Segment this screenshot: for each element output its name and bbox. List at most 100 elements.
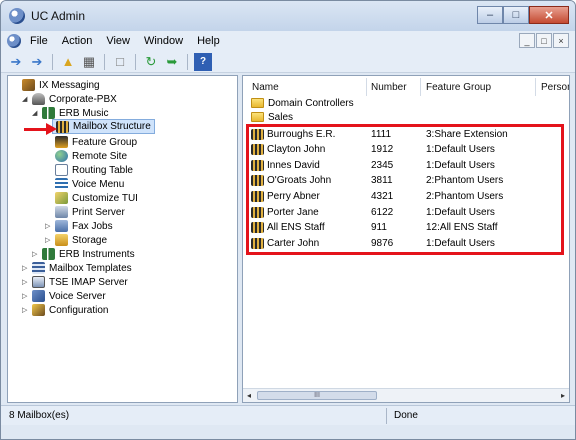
- tree-expander[interactable]: ▷: [45, 236, 53, 244]
- column-divider[interactable]: [420, 78, 421, 96]
- menu-window[interactable]: Window: [137, 35, 190, 47]
- tree-item-voice-menu[interactable]: Voice Menu: [55, 177, 124, 191]
- forward-arrow-icon[interactable]: ➔: [28, 53, 46, 71]
- mdi-minimize-button[interactable]: _: [519, 33, 535, 48]
- print-server-icon: [55, 206, 68, 218]
- tree-expander[interactable]: ▷: [22, 278, 30, 286]
- menu-file[interactable]: File: [23, 35, 55, 47]
- tree-item-label: Corporate-PBX: [49, 93, 117, 105]
- tree-item-fax-jobs[interactable]: ▷ Fax Jobs: [45, 219, 113, 233]
- menu-app-icon[interactable]: [7, 34, 21, 48]
- tree-expander[interactable]: ▷: [32, 250, 40, 258]
- minimize-button[interactable]: –: [477, 6, 503, 24]
- tree-item-erb-instruments[interactable]: ▷ ERB Instruments: [32, 247, 135, 261]
- tree-item-feature-group[interactable]: Feature Group: [55, 135, 137, 149]
- tree-item-label: Voice Menu: [72, 178, 125, 190]
- imap-server-icon: [32, 276, 45, 288]
- help-icon[interactable]: ?: [194, 52, 212, 71]
- folder-row[interactable]: Domain Controllers: [251, 96, 354, 110]
- clipboard-icon[interactable]: □: [111, 53, 129, 71]
- tree-item-label: Configuration: [49, 304, 109, 316]
- tree-item-configuration[interactable]: ▷ Configuration: [22, 303, 108, 317]
- folder-name: Domain Controllers: [268, 97, 354, 109]
- tree-expander[interactable]: ◢: [32, 109, 40, 117]
- tree-item-corporate-pbx[interactable]: ◢ Corporate-PBX: [22, 92, 117, 106]
- folder-up-icon[interactable]: ▲: [59, 53, 77, 71]
- storage-icon: [55, 234, 68, 246]
- title-bar[interactable]: UC Admin – □ ✕: [1, 1, 575, 31]
- tree-item-label: Routing Table: [72, 164, 133, 176]
- tree-item-voice-server[interactable]: ▷ Voice Server: [22, 289, 106, 303]
- annotation-arrow: [24, 128, 48, 131]
- tree-item-label: Mailbox Templates: [49, 262, 132, 274]
- tree-item-tse-imap-server[interactable]: ▷ TSE IMAP Server: [22, 275, 128, 289]
- tree-item-erb-music[interactable]: ◢ ERB Music: [32, 106, 108, 120]
- mailbox-list-view[interactable]: Name Number Feature Group Persona Domain…: [242, 75, 570, 403]
- tree-item-label: Fax Jobs: [72, 220, 113, 232]
- app-window: UC Admin – □ ✕ File Action View Window H…: [0, 0, 576, 440]
- fax-jobs-icon: [55, 220, 68, 232]
- tree-expander[interactable]: ▷: [22, 306, 30, 314]
- scroll-right-icon[interactable]: ▸: [561, 391, 565, 400]
- folder-row[interactable]: Sales: [251, 110, 293, 124]
- tree-expander[interactable]: ▷: [22, 292, 30, 300]
- tree-item-label: ERB Instruments: [59, 248, 135, 260]
- tree-item-label: Print Server: [72, 206, 125, 218]
- scroll-left-icon[interactable]: ◂: [247, 391, 251, 400]
- toolbar-separator: [135, 53, 136, 70]
- menu-view[interactable]: View: [99, 35, 137, 47]
- feature-group-icon: [55, 136, 68, 148]
- status-state: Done: [394, 410, 418, 421]
- export-icon[interactable]: ➥: [163, 53, 181, 71]
- tree-item-label: Voice Server: [49, 290, 106, 302]
- configuration-icon: [32, 304, 45, 316]
- tree-item-routing-table[interactable]: Routing Table: [55, 163, 133, 177]
- back-arrow-icon[interactable]: ➔: [7, 53, 25, 71]
- customize-tui-icon: [55, 192, 68, 204]
- mdi-close-button[interactable]: ×: [553, 33, 569, 48]
- tree-item-label: IX Messaging: [39, 79, 100, 91]
- menu-action[interactable]: Action: [55, 35, 100, 47]
- voice-menu-icon: [55, 178, 68, 190]
- properties-icon[interactable]: ▦: [80, 53, 98, 71]
- status-divider: [386, 408, 387, 424]
- horizontal-scrollbar[interactable]: ◂ III ▸: [243, 388, 569, 402]
- pbx-icon: [32, 93, 45, 105]
- toolbar-separator: [104, 53, 105, 70]
- tree-item-customize-tui[interactable]: Customize TUI: [55, 191, 138, 205]
- erb-instruments-icon: [42, 248, 55, 260]
- remote-site-icon: [55, 150, 68, 162]
- navigation-tree[interactable]: IX Messaging ◢ Corporate-PBX ◢ ERB Music…: [7, 75, 238, 403]
- mailbox-structure-icon: [56, 120, 69, 133]
- tree-item-label: Customize TUI: [72, 192, 138, 204]
- routing-table-icon: [55, 164, 68, 176]
- tree-item-mailbox-structure[interactable]: Mailbox Structure: [52, 119, 155, 134]
- app-icon: [9, 8, 25, 24]
- menu-help[interactable]: Help: [190, 35, 227, 47]
- tree-item-remote-site[interactable]: Remote Site: [55, 149, 127, 163]
- tree-item-ix-messaging[interactable]: IX Messaging: [12, 78, 100, 92]
- tree-expander[interactable]: ◢: [22, 95, 30, 103]
- tree-item-label: ERB Music: [59, 107, 109, 119]
- scroll-thumb[interactable]: III: [257, 391, 377, 400]
- mdi-restore-button[interactable]: □: [536, 33, 552, 48]
- tree-expander[interactable]: ▷: [45, 222, 53, 230]
- close-button[interactable]: ✕: [529, 6, 569, 24]
- column-header-feature-group[interactable]: Feature Group: [426, 82, 491, 93]
- toolbar-separator: [52, 53, 53, 70]
- tree-item-print-server[interactable]: Print Server: [55, 205, 125, 219]
- tree-expander[interactable]: ▷: [22, 264, 30, 272]
- status-bar: 8 Mailbox(es) Done: [1, 405, 575, 425]
- column-header-name[interactable]: Name: [252, 82, 279, 93]
- maximize-button[interactable]: □: [503, 6, 529, 24]
- column-header-persona[interactable]: Persona: [541, 82, 569, 93]
- refresh-icon[interactable]: ↻: [142, 53, 160, 71]
- tree-item-mailbox-templates[interactable]: ▷ Mailbox Templates: [22, 261, 132, 275]
- erb-music-icon: [42, 107, 55, 119]
- column-header-number[interactable]: Number: [371, 82, 407, 93]
- annotation-arrow-head: [46, 123, 57, 135]
- column-divider[interactable]: [366, 78, 367, 96]
- toolbar-separator: [187, 53, 188, 70]
- tree-item-storage[interactable]: ▷ Storage: [45, 233, 107, 247]
- column-divider[interactable]: [535, 78, 536, 96]
